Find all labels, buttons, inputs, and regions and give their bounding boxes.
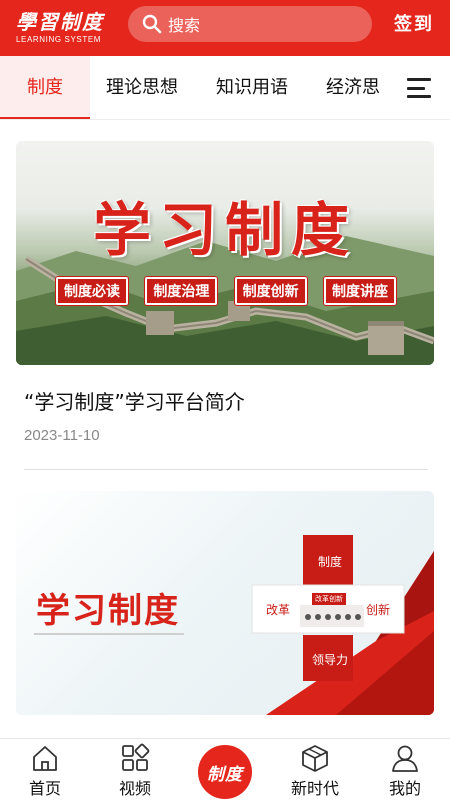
hamburger-icon [407,78,431,98]
banner-tag: 制度必读 [56,277,128,305]
diagram-label-top: 制度 [317,555,342,569]
nav-label: 我的 [388,779,421,798]
nav-label: 新时代 [290,779,339,798]
tab-zhishi-yongyu[interactable]: 知识用语 [216,56,288,119]
grid-icon [122,743,150,771]
signin-button[interactable]: 签到 [394,10,434,36]
top-header: 學習制度 LEARNING SYSTEM 搜索 签到 [0,0,450,56]
diagram-label-bottom: 领导力 [311,653,348,667]
nav-mine[interactable]: 我的 [370,739,440,800]
category-tabs: 制度 理论思想 知识用语 经济思 [0,56,450,120]
app-root: 學習制度 LEARNING SYSTEM 搜索 签到 制度 理论思想 知识用语 … [0,0,450,800]
search-icon [142,14,162,34]
tab-jingji-sixiang[interactable]: 经济思 [326,56,380,119]
nav-home[interactable]: 首页 [10,739,80,800]
tab-lilun-sixiang[interactable]: 理论思想 [106,56,178,119]
banner-title: 学习制度 [36,591,180,631]
tab-menu-button[interactable] [388,56,450,119]
nav-new-era[interactable]: 新时代 [280,739,350,800]
nav-label: 视频 [118,779,151,798]
banner-tag-row: 制度必读 制度治理 制度创新 制度讲座 [56,277,396,305]
banner-tag: 制度创新 [234,277,307,305]
diagram-label-left: 改革 [266,603,291,617]
banner-tag: 制度治理 [145,277,218,305]
nav-video[interactable]: 视频 [100,739,170,800]
banner-title: 学习制度 [92,196,357,264]
article-title[interactable]: “学习制度”学习平台简介 [24,385,434,419]
diagram-label-right: 创新 [366,603,391,617]
bottom-navigation: 首页 视频 制度 新时代 我的 [0,738,450,800]
tab-zhidu[interactable]: 制度 [0,56,90,119]
banner-underline [34,633,184,635]
article-banner-image: 学习制度 制度 改革 创新 领导力 改革创新 [16,491,434,715]
article-date: 2023-11-10 [24,427,100,444]
search-bar[interactable]: 搜索 [128,6,372,42]
article-card[interactable]: 学习制度 制度必读 制度治理 制度创新 制度讲座 “学习制度”学习平台简介 20… [16,141,434,444]
feed-divider [24,469,428,470]
article-card[interactable]: 学习制度 制度 改革 创新 领导力 改革创新 [16,491,434,715]
cube-icon [302,745,328,772]
diagram-sign: 改革创新 [312,593,346,605]
logo-main-text: 學習制度 [16,9,104,34]
nav-center-logo-button[interactable]: 制度 [198,745,252,799]
nav-label: 首页 [28,779,61,798]
banner-tag: 制度讲座 [323,277,396,305]
search-placeholder: 搜索 [168,16,201,35]
app-logo[interactable]: 學習制度 LEARNING SYSTEM [0,0,118,56]
article-feed: 学习制度 制度必读 制度治理 制度创新 制度讲座 “学习制度”学习平台简介 20… [0,121,450,738]
user-icon [392,745,418,772]
logo-sub-text: LEARNING SYSTEM [16,34,102,44]
article-banner-image: 学习制度 制度必读 制度治理 制度创新 制度讲座 [16,141,434,365]
home-icon [33,746,57,771]
